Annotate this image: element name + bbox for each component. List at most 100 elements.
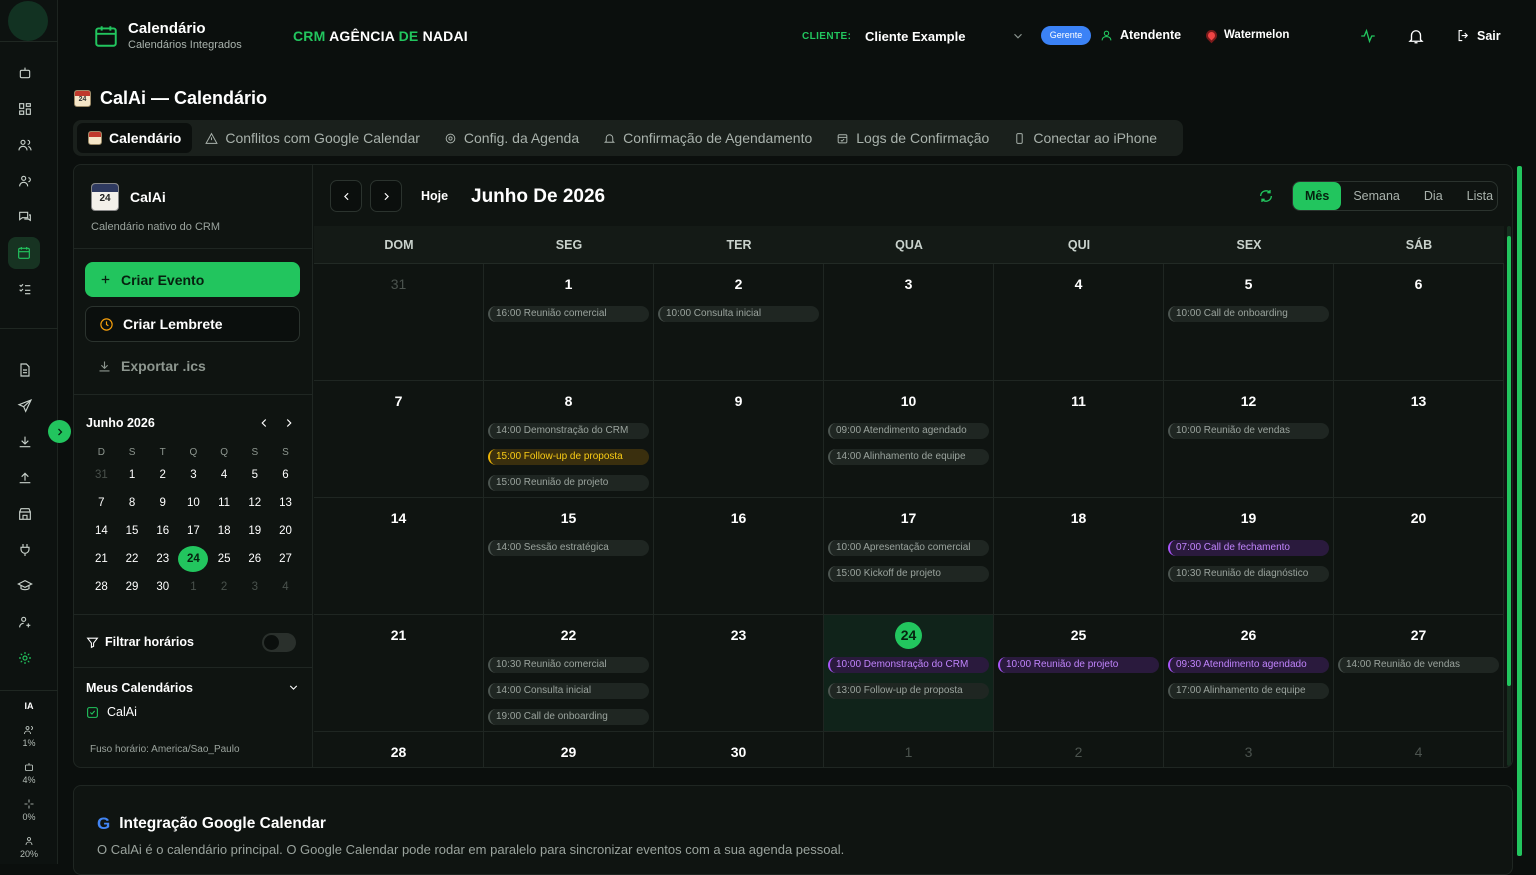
calendar-event[interactable]: 07:00 Call de fechamento bbox=[1168, 540, 1329, 556]
calendar-event[interactable]: 14:00 Sessão estratégica bbox=[488, 540, 649, 556]
day-cell[interactable]: 4 bbox=[994, 264, 1164, 381]
upload-icon[interactable] bbox=[14, 467, 36, 489]
mini-day[interactable]: 31 bbox=[86, 469, 117, 481]
day-cell[interactable]: 9 bbox=[654, 381, 824, 498]
mini-day[interactable]: 30 bbox=[147, 581, 178, 593]
mini-day[interactable]: 12 bbox=[239, 497, 270, 509]
day-cell[interactable]: 2 10:00 Consulta inicial bbox=[654, 264, 824, 381]
tasks-icon[interactable] bbox=[14, 278, 36, 300]
day-cell[interactable]: 22 10:30 Reunião comercial 14:00 Consulta … bbox=[484, 615, 654, 732]
calendar-event[interactable]: 14:00 Alinhamento de equipe bbox=[828, 449, 989, 465]
mini-day[interactable]: 18 bbox=[209, 525, 240, 537]
mini-day[interactable]: 10 bbox=[178, 497, 209, 509]
view-list[interactable]: Lista bbox=[1455, 182, 1505, 210]
day-cell[interactable]: 21 bbox=[314, 615, 484, 732]
day-cell[interactable]: 10 09:00 Atendimento agendado 14:00 Alinha… bbox=[824, 381, 994, 498]
theme-selector[interactable]: Watermelon bbox=[1203, 27, 1289, 43]
day-cell[interactable]: 25 10:00 Reunião de projeto bbox=[994, 615, 1164, 732]
mini-day[interactable]: 4 bbox=[209, 469, 240, 481]
mini-day[interactable]: 4 bbox=[270, 581, 301, 593]
calendar-event[interactable]: 14:00 Consulta inicial bbox=[488, 683, 649, 699]
bell-icon[interactable] bbox=[1407, 27, 1425, 45]
calendar-event[interactable]: 14:00 Reunião de vendas bbox=[1338, 657, 1499, 673]
refresh-icon[interactable] bbox=[1258, 188, 1274, 209]
mini-day[interactable]: 3 bbox=[178, 469, 209, 481]
bot-icon[interactable] bbox=[14, 62, 36, 84]
filter-toggle[interactable] bbox=[262, 633, 296, 652]
mini-prev-button[interactable] bbox=[257, 416, 271, 430]
create-reminder-button[interactable]: Criar Lembrete bbox=[85, 306, 300, 342]
view-week[interactable]: Semana bbox=[1341, 182, 1412, 210]
calendar-event[interactable]: 10:00 Reunião de projeto bbox=[998, 657, 1159, 673]
prev-month-button[interactable] bbox=[330, 180, 362, 212]
day-cell[interactable]: 3 bbox=[1164, 732, 1334, 767]
day-cell[interactable]: 16 bbox=[654, 498, 824, 615]
activity-icon[interactable] bbox=[1359, 27, 1377, 45]
tab-calendar[interactable]: Calendário bbox=[77, 123, 193, 153]
day-cell[interactable]: 17 10:00 Apresentação comercial 15:00 Kick… bbox=[824, 498, 994, 615]
grid-scrollbar[interactable] bbox=[1507, 226, 1511, 766]
day-cell[interactable]: 23 bbox=[654, 615, 824, 732]
calendar-event[interactable]: 10:00 Call de onboarding bbox=[1168, 306, 1329, 322]
calendar-event[interactable]: 10:30 Reunião comercial bbox=[488, 657, 649, 673]
mini-day[interactable]: 24 bbox=[178, 546, 209, 572]
day-cell[interactable]: 30 bbox=[654, 732, 824, 767]
mini-day[interactable]: 3 bbox=[239, 581, 270, 593]
calendar-event[interactable]: 10:00 Consulta inicial bbox=[658, 306, 819, 322]
document-icon[interactable] bbox=[14, 359, 36, 381]
store-icon[interactable] bbox=[14, 503, 36, 525]
day-cell[interactable]: 31 bbox=[314, 264, 484, 381]
calendar-event[interactable]: 10:00 Apresentação comercial bbox=[828, 540, 989, 556]
mini-day[interactable]: 16 bbox=[147, 525, 178, 537]
calendar-checkbox-item[interactable]: CalAi bbox=[86, 705, 137, 719]
mini-day[interactable]: 26 bbox=[239, 553, 270, 565]
calendar-nav-icon[interactable] bbox=[8, 237, 40, 269]
plug-icon[interactable] bbox=[14, 539, 36, 561]
calendar-event[interactable]: 13:00 Follow-up de proposta bbox=[828, 683, 989, 699]
calendar-event[interactable]: 10:00 Reunião de vendas bbox=[1168, 423, 1329, 439]
tab-conflicts[interactable]: Conflitos com Google Calendar bbox=[194, 123, 431, 153]
gear-icon[interactable] bbox=[14, 647, 36, 669]
mini-day[interactable]: 23 bbox=[147, 553, 178, 565]
calendar-event[interactable]: 10:00 Demonstração do CRM bbox=[828, 657, 989, 673]
day-cell[interactable]: 1 16:00 Reunião comercial bbox=[484, 264, 654, 381]
mini-day[interactable]: 9 bbox=[147, 497, 178, 509]
day-cell[interactable]: 4 bbox=[1334, 732, 1504, 767]
user-menu[interactable]: Atendente bbox=[1100, 28, 1181, 42]
view-day[interactable]: Dia bbox=[1412, 182, 1455, 210]
tab-logs[interactable]: Logs de Confirmação bbox=[825, 123, 1000, 153]
mini-day[interactable]: 8 bbox=[117, 497, 148, 509]
calendar-event[interactable]: 19:00 Call de onboarding bbox=[488, 709, 649, 725]
calendar-event[interactable]: 09:30 Atendimento agendado bbox=[1168, 657, 1329, 673]
day-cell[interactable]: 5 10:00 Call de onboarding bbox=[1164, 264, 1334, 381]
calendar-event[interactable]: 16:00 Reunião comercial bbox=[488, 306, 649, 322]
user-settings-icon[interactable] bbox=[14, 611, 36, 633]
mini-day[interactable]: 20 bbox=[270, 525, 301, 537]
mini-day[interactable]: 1 bbox=[178, 581, 209, 593]
export-ics-button[interactable]: Exportar .ics bbox=[97, 358, 206, 374]
download-icon[interactable] bbox=[14, 431, 36, 453]
mini-day[interactable]: 13 bbox=[270, 497, 301, 509]
mini-day[interactable]: 1 bbox=[117, 469, 148, 481]
chat-icon[interactable] bbox=[14, 206, 36, 228]
calendar-event[interactable]: 17:00 Alinhamento de equipe bbox=[1168, 683, 1329, 699]
calendar-event[interactable]: 10:30 Reunião de diagnóstico bbox=[1168, 566, 1329, 582]
day-cell[interactable]: 8 14:00 Demonstração do CRM 15:00 Follow-u… bbox=[484, 381, 654, 498]
mini-day[interactable]: 21 bbox=[86, 553, 117, 565]
mini-day[interactable]: 2 bbox=[147, 469, 178, 481]
graduation-icon[interactable] bbox=[14, 575, 36, 597]
create-event-button[interactable]: Criar Evento bbox=[85, 262, 300, 297]
day-cell[interactable]: 29 bbox=[484, 732, 654, 767]
day-cell[interactable]: 18 bbox=[994, 498, 1164, 615]
mini-day[interactable]: 29 bbox=[117, 581, 148, 593]
calendar-event[interactable]: 15:00 Reunião de projeto bbox=[488, 475, 649, 491]
today-button[interactable]: Hoje bbox=[421, 189, 448, 203]
tab-config[interactable]: Config. da Agenda bbox=[433, 123, 590, 153]
send-icon[interactable] bbox=[14, 395, 36, 417]
mini-day[interactable]: 15 bbox=[117, 525, 148, 537]
mini-day[interactable]: 2 bbox=[209, 581, 240, 593]
day-cell[interactable]: 2 bbox=[994, 732, 1164, 767]
mini-day[interactable]: 6 bbox=[270, 469, 301, 481]
mini-next-button[interactable] bbox=[282, 416, 296, 430]
day-cell[interactable]: 15 14:00 Sessão estratégica bbox=[484, 498, 654, 615]
